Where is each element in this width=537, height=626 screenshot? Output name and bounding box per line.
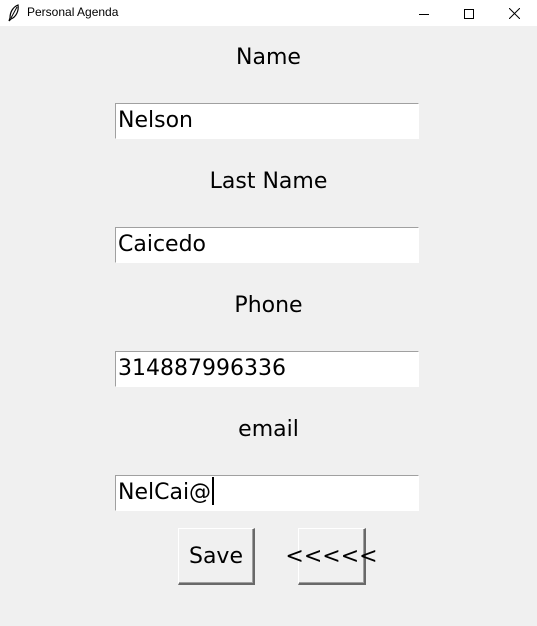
maximize-button[interactable]	[446, 0, 492, 26]
save-button[interactable]: Save	[178, 528, 255, 585]
feather-icon	[7, 4, 21, 22]
minimize-button[interactable]	[401, 0, 447, 26]
text-cursor	[212, 477, 215, 505]
form-area: Name Nelson Last Name Caicedo Phone 3148…	[0, 26, 537, 626]
minimize-icon	[419, 4, 429, 23]
window-title: Personal Agenda	[27, 5, 119, 19]
close-button[interactable]	[491, 0, 537, 26]
close-icon	[508, 4, 520, 23]
email-value: NelCai@	[118, 480, 212, 505]
maximize-icon	[464, 4, 474, 23]
last-name-field[interactable]: Caicedo	[115, 227, 419, 263]
name-field[interactable]: Nelson	[115, 103, 419, 139]
email-label: email	[238, 417, 299, 442]
email-field[interactable]: NelCai@	[115, 475, 419, 511]
phone-field[interactable]: 314887996336	[115, 351, 419, 387]
last-name-label: Last Name	[209, 169, 328, 194]
phone-label: Phone	[234, 293, 303, 318]
title-bar: Personal Agenda	[0, 0, 537, 26]
name-label: Name	[236, 45, 301, 70]
back-button[interactable]: <<<<<	[285, 528, 378, 585]
